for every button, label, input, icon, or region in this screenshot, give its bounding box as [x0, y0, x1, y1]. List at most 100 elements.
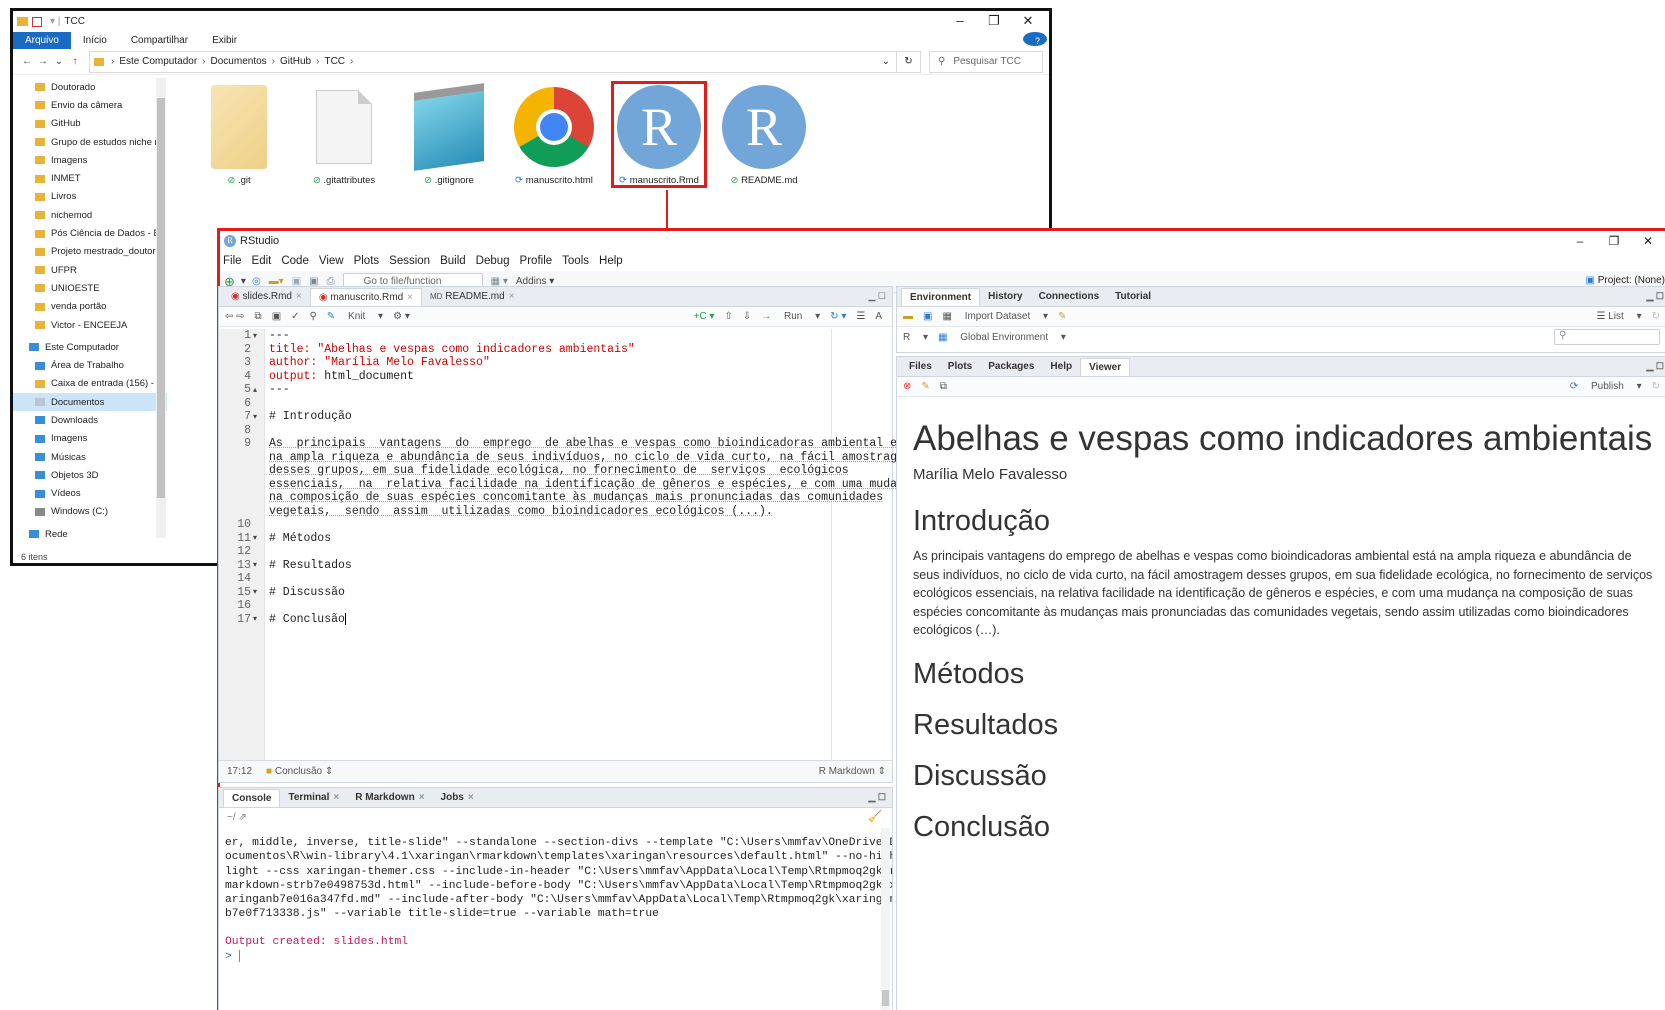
- menu-profile[interactable]: Profile: [520, 255, 553, 267]
- breadcrumb-item[interactable]: Documentos: [211, 56, 267, 67]
- menu-debug[interactable]: Debug: [476, 255, 510, 267]
- tab-environment[interactable]: Environment: [901, 288, 981, 306]
- up-chunk-icon[interactable]: ⇧: [724, 311, 732, 322]
- tab-slides-rmd[interactable]: ◉ slides.Rmd ×: [223, 288, 310, 306]
- section-navigator[interactable]: ■ Conclusão ⇕: [266, 766, 333, 777]
- ribbon-tab-compartilhar[interactable]: Compartilhar: [119, 32, 200, 49]
- menu-code[interactable]: Code: [281, 255, 309, 267]
- restore-button[interactable]: ❐: [1597, 231, 1631, 251]
- tab-jobs[interactable]: Jobs ×: [433, 789, 482, 807]
- sidebar-item[interactable]: Imagens: [13, 151, 167, 169]
- close-tab-icon[interactable]: ×: [407, 292, 413, 303]
- close-button[interactable]: ✕: [1631, 231, 1665, 251]
- file-item-gitignore[interactable]: ⊘ .gitignore: [403, 83, 495, 186]
- sidebar-item[interactable]: Músicas: [13, 448, 167, 466]
- run-button[interactable]: → Run ▾: [761, 311, 820, 322]
- save-icon[interactable]: ▣: [272, 311, 281, 322]
- environment-search-input[interactable]: ⚲: [1554, 329, 1660, 345]
- publish-button[interactable]: ⟳ Publish ▾: [1570, 381, 1642, 392]
- sidebar-item[interactable]: Doutorado: [13, 78, 167, 96]
- sidebar-item[interactable]: nichemod: [13, 206, 167, 224]
- sidebar-item[interactable]: venda portão: [13, 298, 167, 316]
- sidebar-item[interactable]: Área de Trabalho: [13, 356, 167, 374]
- tab-plots[interactable]: Plots: [940, 358, 980, 376]
- tab-files[interactable]: Files: [901, 358, 940, 376]
- knit-button[interactable]: ✎ Knit ▾: [327, 311, 383, 322]
- save-workspace-icon[interactable]: ▣: [923, 311, 932, 322]
- sidebar-item-documentos[interactable]: Documentos: [13, 393, 167, 412]
- close-tab-icon[interactable]: ×: [296, 291, 302, 302]
- sidebar-item[interactable]: Imagens: [13, 430, 167, 448]
- close-tab-icon[interactable]: ×: [509, 291, 515, 302]
- sidebar-item[interactable]: GitHub: [13, 115, 167, 133]
- tab-tutorial[interactable]: Tutorial: [1107, 288, 1159, 306]
- clear-console-icon[interactable]: 🧹: [868, 810, 882, 823]
- environment-scope-selector[interactable]: ▦ Global Environment ▾: [938, 332, 1066, 343]
- console-prompt[interactable]: >: [225, 949, 892, 964]
- stop-icon[interactable]: ⊗: [903, 381, 911, 392]
- go-to-directory-icon[interactable]: ⇗: [238, 812, 246, 823]
- sidebar-item[interactable]: Downloads: [13, 411, 167, 429]
- close-button[interactable]: ✕: [1011, 11, 1045, 31]
- console-scrollbar[interactable]: [881, 828, 890, 1010]
- tab-packages[interactable]: Packages: [980, 358, 1042, 376]
- breadcrumb-item[interactable]: Este Computador: [119, 56, 197, 67]
- sidebar-scrollbar[interactable]: [156, 78, 166, 538]
- checkbox-icon[interactable]: [32, 16, 42, 27]
- sidebar-item[interactable]: Caixa de entrada (156) - i: [13, 375, 167, 393]
- file-item-manuscrito-rmd[interactable]: R ⟳ manuscrito.Rmd: [611, 81, 707, 188]
- tab-console[interactable]: Console: [223, 789, 281, 807]
- breadcrumb-item[interactable]: TCC: [324, 56, 345, 67]
- show-in-new-window-icon[interactable]: ⧉: [940, 381, 947, 392]
- chevron-down-icon[interactable]: ⌄: [882, 56, 890, 67]
- ribbon-tab-arquivo[interactable]: Arquivo: [13, 32, 71, 49]
- sidebar-item-network[interactable]: Rede: [13, 525, 167, 543]
- breadcrumb-item[interactable]: GitHub: [280, 56, 311, 67]
- sidebar-item[interactable]: Vídeos: [13, 485, 167, 503]
- menu-build[interactable]: Build: [440, 255, 466, 267]
- fold-toggle-icon[interactable]: ▾: [253, 412, 261, 422]
- tab-connections[interactable]: Connections: [1031, 288, 1108, 306]
- settings-gear-icon[interactable]: ⚙ ▾: [393, 311, 410, 322]
- quick-access-dropdown-icon[interactable]: ▾ |: [50, 16, 60, 27]
- menu-edit[interactable]: Edit: [252, 255, 272, 267]
- ribbon-tab-inicio[interactable]: Início: [71, 32, 119, 49]
- menu-view[interactable]: View: [319, 255, 344, 267]
- sidebar-item[interactable]: Projeto mestrado_doutor: [13, 243, 167, 261]
- sidebar-item[interactable]: Pós Ciência de Dados - B: [13, 224, 167, 242]
- pane-minimize-maximize-icon[interactable]: ▁ ☐: [1647, 291, 1665, 302]
- minimize-button[interactable]: –: [943, 11, 977, 31]
- console-output[interactable]: er, middle, inverse, title-slide" --stan…: [219, 828, 892, 1010]
- show-in-window-icon[interactable]: ⧉: [255, 311, 262, 322]
- file-item-git[interactable]: ⊘ .git: [193, 83, 285, 186]
- tab-r-markdown[interactable]: R Markdown ×: [347, 789, 432, 807]
- search-input[interactable]: ⚲ Pesquisar TCC: [929, 50, 1043, 73]
- close-tab-icon[interactable]: ×: [468, 792, 474, 803]
- sidebar-item[interactable]: UFPR: [13, 261, 167, 279]
- pane-minimize-maximize-icon[interactable]: ▁ ☐: [1647, 361, 1665, 372]
- menu-tools[interactable]: Tools: [562, 255, 589, 267]
- fold-toggle-icon[interactable]: ▾: [253, 587, 261, 597]
- menu-session[interactable]: Session: [389, 255, 430, 267]
- back-arrow-icon[interactable]: ←: [19, 56, 35, 67]
- file-type-selector[interactable]: R Markdown ⇕: [819, 766, 886, 777]
- fold-toggle-icon[interactable]: ▾: [253, 614, 261, 624]
- sidebar-item[interactable]: Livros: [13, 188, 167, 206]
- outline-icon[interactable]: ☰: [856, 311, 865, 322]
- refresh-icon[interactable]: ↻: [897, 50, 921, 73]
- pane-minimize-maximize-icon[interactable]: ▁ ☐: [869, 792, 887, 803]
- menu-plots[interactable]: Plots: [354, 255, 380, 267]
- sidebar-item[interactable]: Envio da câmera: [13, 96, 167, 114]
- tab-help[interactable]: Help: [1042, 358, 1080, 376]
- tab-viewer[interactable]: Viewer: [1080, 358, 1131, 376]
- address-bar[interactable]: › Este Computador › Documentos › GitHub › TC…: [89, 50, 897, 73]
- rerun-icon[interactable]: ↻ ▾: [830, 311, 846, 322]
- up-arrow-icon[interactable]: ↑: [67, 56, 83, 67]
- scrollbar-thumb[interactable]: [157, 98, 165, 498]
- tab-terminal[interactable]: Terminal ×: [280, 789, 347, 807]
- scrollbar-thumb[interactable]: [882, 990, 889, 1006]
- fold-toggle-icon[interactable]: ▾: [253, 331, 261, 341]
- refresh-icon[interactable]: ↻: [1652, 381, 1660, 392]
- import-dataset-button[interactable]: ▦ Import Dataset ▾: [942, 311, 1048, 322]
- file-item-gitattributes[interactable]: ⊘ .gitattributes: [298, 83, 390, 186]
